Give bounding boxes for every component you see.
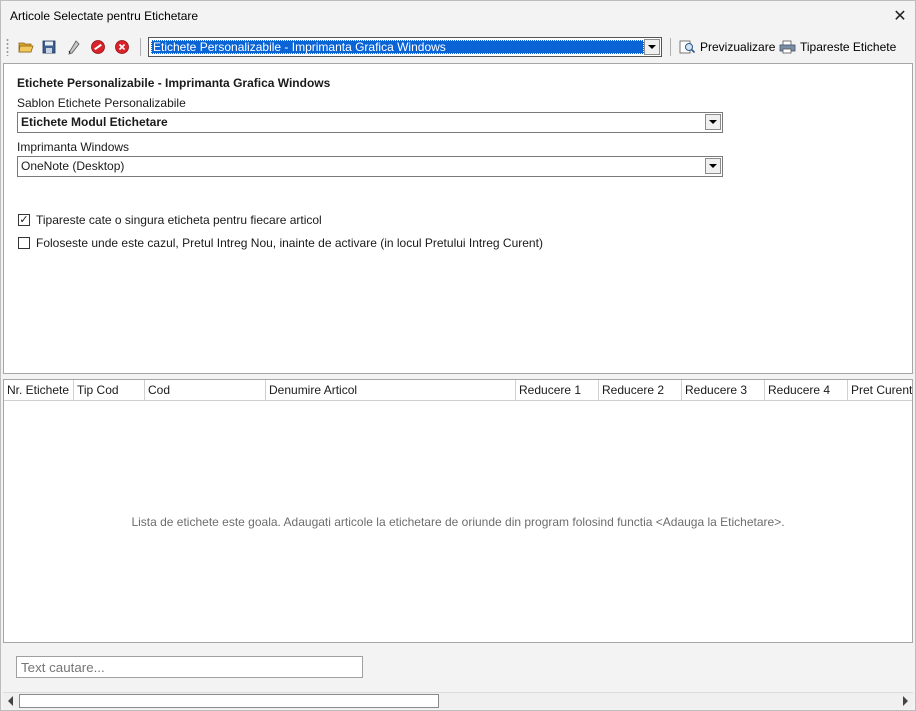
column-header-reducere-2[interactable]: Reducere 2 — [599, 380, 682, 400]
column-header-cod[interactable]: Cod — [145, 380, 266, 400]
column-header-denumire-articol[interactable]: Denumire Articol — [266, 380, 516, 400]
title-bar: Articole Selectate pentru Etichetare ✕ — [1, 1, 915, 31]
template-label: Sablon Etichete Personalizabile — [17, 96, 186, 110]
labels-grid: Nr. Etichete Tip Cod Cod Denumire Artico… — [3, 379, 913, 643]
column-header-reducere-4[interactable]: Reducere 4 — [765, 380, 848, 400]
column-header-tip-cod[interactable]: Tip Cod — [74, 380, 145, 400]
chevron-down-icon[interactable] — [705, 158, 721, 174]
windows-printer-select[interactable]: OneNote (Desktop) — [17, 156, 723, 177]
print-labels-label: Tipareste Etichete — [800, 40, 897, 54]
edit-button[interactable] — [64, 37, 84, 57]
column-header-reducere-3[interactable]: Reducere 3 — [682, 380, 765, 400]
search-input[interactable] — [16, 656, 363, 678]
stop-button[interactable] — [88, 37, 108, 57]
column-header-reducere-1[interactable]: Reducere 1 — [516, 380, 599, 400]
windows-printer-label: Imprimanta Windows — [17, 140, 130, 154]
settings-heading: Etichete Personalizabile - Imprimanta Gr… — [17, 76, 331, 90]
chevron-down-icon[interactable] — [705, 114, 721, 130]
checkmark-icon: ✓ — [19, 214, 29, 226]
folder-open-icon — [18, 42, 34, 53]
label-settings-panel: Etichete Personalizabile - Imprimanta Gr… — [3, 63, 913, 374]
toolbar-separator — [670, 38, 671, 56]
close-icon: ✕ — [893, 8, 907, 25]
column-header-pret-curent[interactable]: Pret Curent — [848, 380, 912, 400]
toolbar: Etichete Personalizabile - Imprimanta Gr… — [1, 34, 915, 61]
scroll-left-icon[interactable] — [8, 696, 13, 706]
printer-mode-select[interactable]: Etichete Personalizabile - Imprimanta Gr… — [148, 37, 662, 57]
horizontal-scrollbar[interactable] — [3, 692, 913, 709]
printer-icon — [779, 40, 796, 54]
toolbar-separator — [140, 38, 141, 56]
single-label-text: Tipareste cate o singura eticheta pentru… — [36, 213, 322, 227]
chevron-down-icon[interactable] — [644, 39, 660, 55]
open-folder-button[interactable] — [16, 37, 36, 57]
grid-header: Nr. Etichete Tip Cod Cod Denumire Artico… — [4, 380, 912, 401]
printer-mode-value: Etichete Personalizabile - Imprimanta Gr… — [151, 40, 644, 54]
delete-x-icon — [115, 40, 129, 54]
new-price-option[interactable]: Foloseste unde este cazul, Pretul Intreg… — [18, 236, 543, 250]
save-button[interactable] — [39, 37, 59, 57]
print-labels-button[interactable]: Tipareste Etichete — [779, 37, 896, 57]
template-select[interactable]: Etichete Modul Etichetare — [17, 112, 723, 133]
single-label-checkbox[interactable]: ✓ — [18, 214, 30, 226]
new-price-checkbox[interactable] — [18, 237, 30, 249]
preview-magnifier-icon — [679, 40, 696, 54]
scrollbar-thumb[interactable] — [19, 694, 439, 708]
single-label-option[interactable]: ✓ Tipareste cate o singura eticheta pent… — [18, 213, 322, 227]
pen-edit-icon — [68, 40, 80, 55]
toolbar-grip[interactable] — [6, 38, 9, 56]
close-button[interactable]: ✕ — [887, 3, 913, 29]
windows-printer-value: OneNote (Desktop) — [21, 159, 125, 173]
preview-button[interactable]: Previzualizare — [679, 37, 775, 57]
label-selection-window: Articole Selectate pentru Etichetare ✕ E… — [0, 0, 916, 711]
window-title: Articole Selectate pentru Etichetare — [10, 9, 199, 23]
save-icon — [42, 40, 56, 54]
scroll-right-icon[interactable] — [903, 696, 908, 706]
delete-button[interactable] — [112, 37, 132, 57]
stop-sign-icon — [91, 40, 105, 54]
new-price-text: Foloseste unde este cazul, Pretul Intreg… — [36, 236, 543, 250]
empty-list-message: Lista de etichete este goala. Adaugati a… — [131, 515, 785, 529]
column-header-nr-etichete[interactable]: Nr. Etichete — [4, 380, 74, 400]
preview-label: Previzualizare — [700, 40, 776, 54]
template-value: Etichete Modul Etichetare — [21, 115, 168, 129]
